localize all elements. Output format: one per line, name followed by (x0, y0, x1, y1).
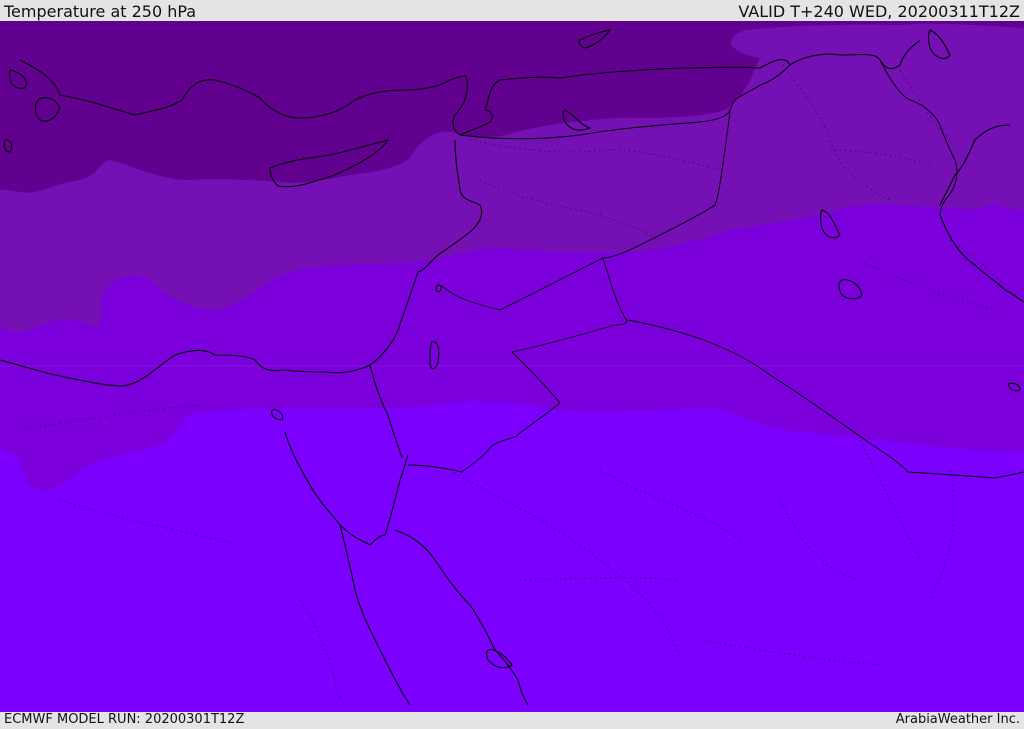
map-canvas (0, 21, 1024, 712)
forecast-map[interactable] (0, 21, 1024, 712)
model-run: ECMWF MODEL RUN: 20200301T12Z (4, 712, 245, 727)
valid-time: VALID T+240 WED, 20200311T12Z (738, 2, 1020, 21)
credit: ArabiaWeather Inc. (895, 712, 1020, 727)
map-title: Temperature at 250 hPa (4, 2, 197, 21)
footer-bar: ECMWF MODEL RUN: 20200301T12Z ArabiaWeat… (0, 712, 1024, 729)
header-bar: Temperature at 250 hPa VALID T+240 WED, … (0, 0, 1024, 21)
